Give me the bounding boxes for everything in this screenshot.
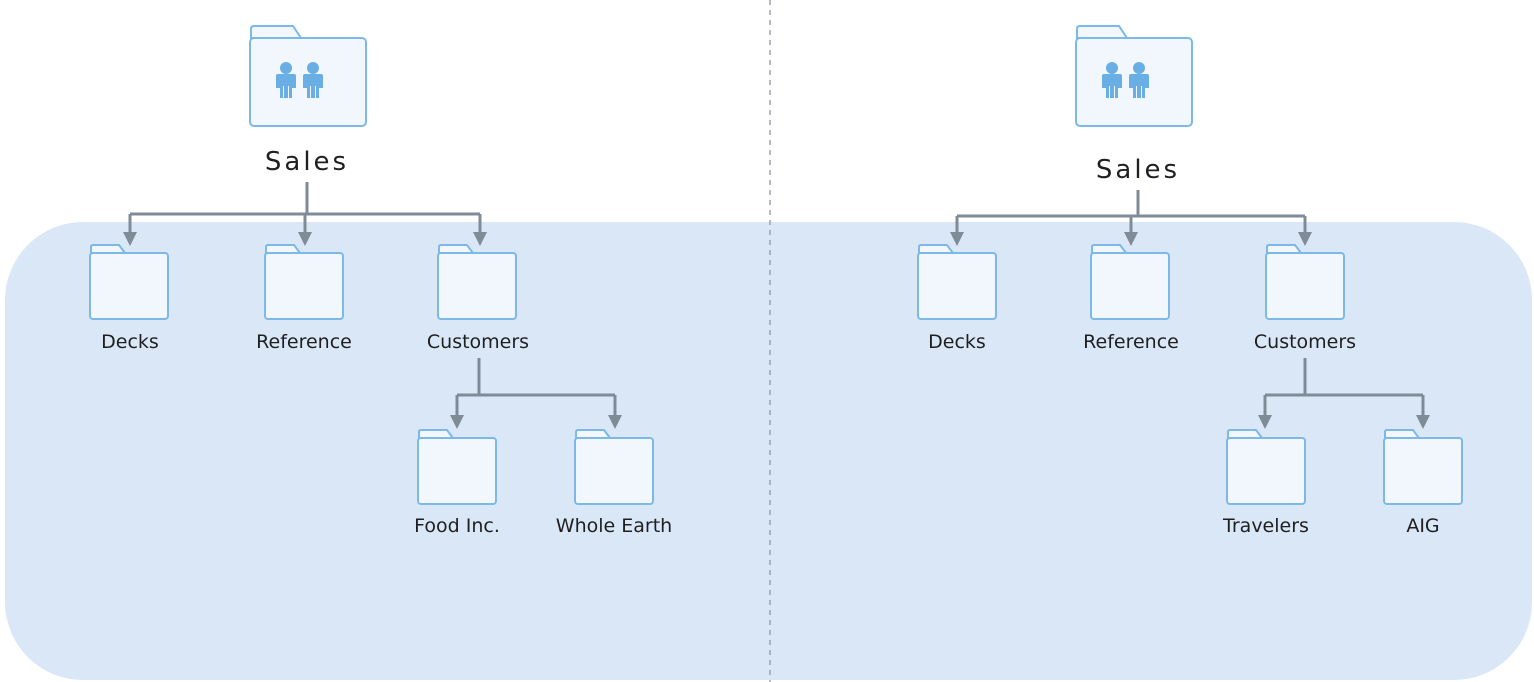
- folder-label-reference: Reference: [256, 331, 352, 353]
- root-label: Sales: [265, 147, 349, 177]
- folder-icon: [1226, 429, 1306, 505]
- folder-icon: [417, 429, 497, 505]
- folder-icon: [1090, 244, 1170, 320]
- folder-hierarchy-diagram: Sales Decks Reference Customers Food Inc…: [5, 0, 1532, 682]
- folder-label-customers: Customers: [1254, 331, 1356, 353]
- folder-label-whole-earth: Whole Earth: [556, 515, 672, 537]
- folder-label-food-inc: Food Inc.: [414, 515, 500, 537]
- folder-label-reference: Reference: [1083, 331, 1179, 353]
- folder-icon: [574, 429, 654, 505]
- folder-label-travelers: Travelers: [1222, 515, 1309, 537]
- shared-folder-icon: [1075, 25, 1193, 127]
- folder-icon: [1265, 244, 1345, 320]
- folder-label-aig: AIG: [1406, 515, 1439, 537]
- root-label: Sales: [1096, 155, 1180, 185]
- folder-icon: [437, 244, 517, 320]
- folder-label-decks: Decks: [101, 331, 159, 353]
- shared-folder-icon: [249, 25, 367, 127]
- folder-icon: [264, 244, 344, 320]
- folder-label-customers: Customers: [427, 331, 529, 353]
- folder-icon: [1383, 429, 1463, 505]
- folder-icon: [89, 244, 169, 320]
- folder-label-decks: Decks: [928, 331, 986, 353]
- folder-icon: [917, 244, 997, 320]
